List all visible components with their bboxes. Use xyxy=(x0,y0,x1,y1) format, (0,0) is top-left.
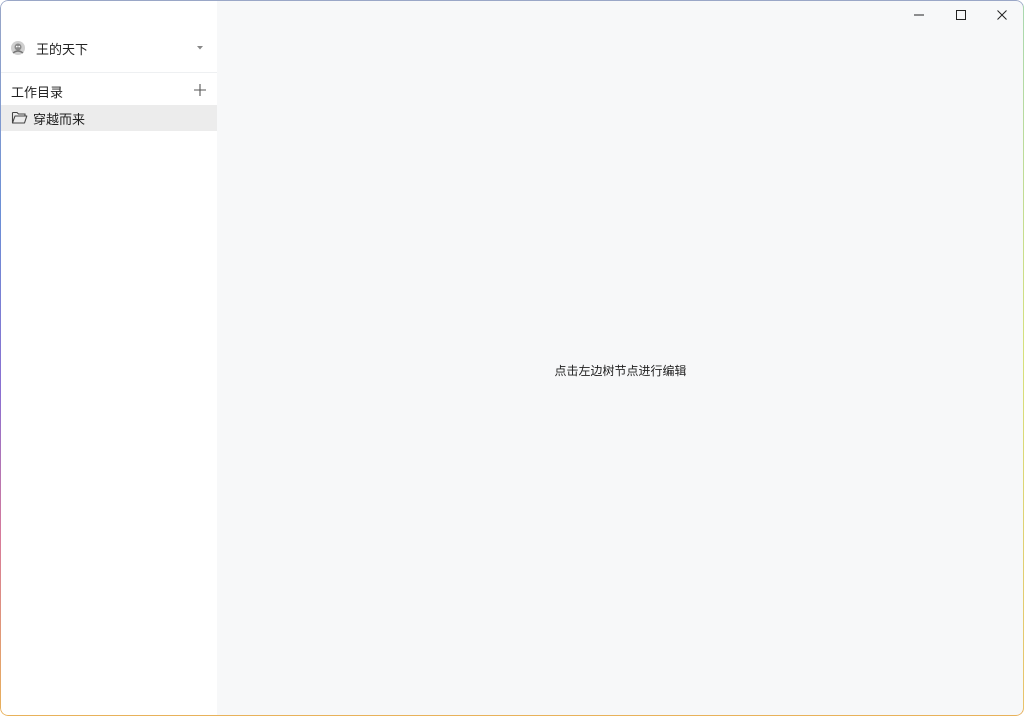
sidebar-divider xyxy=(0,72,217,73)
folder-open-icon xyxy=(11,111,28,124)
section-title-workspace: 工作目录 xyxy=(11,86,64,101)
app-window: 王的天下 工作目录 穿越而来 点击左边树节点进行编辑 xyxy=(0,0,1024,716)
minimize-icon xyxy=(914,14,924,16)
minimize-button[interactable] xyxy=(899,2,939,28)
tree-item-label: 穿越而来 xyxy=(33,113,86,128)
editor-area: 点击左边树节点进行编辑 xyxy=(217,0,1024,716)
sidebar: 王的天下 工作目录 穿越而来 xyxy=(0,0,217,716)
maximize-button[interactable] xyxy=(941,2,981,28)
empty-state-hint: 点击左边树节点进行编辑 xyxy=(554,364,687,378)
tree-item-folder[interactable]: 穿越而来 xyxy=(0,105,217,131)
chevron-down-icon xyxy=(197,46,203,50)
plus-icon[interactable] xyxy=(192,82,208,98)
close-icon xyxy=(997,10,1007,20)
account-name: 王的天下 xyxy=(36,43,89,58)
close-button[interactable] xyxy=(982,2,1022,28)
maximize-icon xyxy=(956,10,966,20)
avatar-icon xyxy=(11,41,25,55)
account-switcher[interactable]: 王的天下 xyxy=(0,30,217,66)
